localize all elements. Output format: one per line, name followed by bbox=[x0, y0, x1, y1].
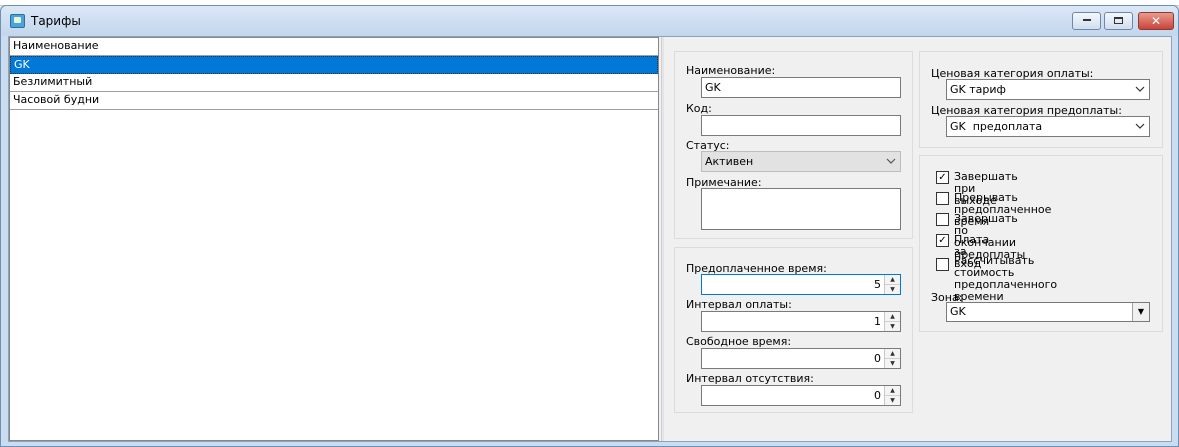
checkbox-unchecked-icon[interactable] bbox=[936, 258, 949, 271]
tariff-list[interactable]: Наименование GK Безлимитный Часовой будни bbox=[9, 37, 659, 441]
note-textarea[interactable] bbox=[701, 188, 901, 230]
status-select[interactable]: Активен bbox=[701, 151, 901, 172]
spin-up-icon[interactable]: ▲ bbox=[885, 312, 900, 321]
minimize-icon bbox=[1082, 19, 1091, 21]
absence-interval-spin-buttons[interactable]: ▲ ▼ bbox=[884, 386, 900, 405]
tariff-list-item[interactable]: Часовой будни bbox=[10, 92, 658, 110]
timing-group: Предоплаченное время: 5 ▲ ▼ Интервал опла… bbox=[674, 247, 913, 413]
spin-up-icon[interactable]: ▲ bbox=[885, 349, 900, 358]
spin-down-icon[interactable]: ▼ bbox=[885, 358, 900, 367]
spin-up-icon[interactable]: ▲ bbox=[885, 275, 900, 284]
options-group: ✓ Завершать при выходе Прерывать предоплач… bbox=[919, 155, 1163, 332]
spin-up-icon[interactable]: ▲ bbox=[885, 386, 900, 395]
payment-category-select[interactable]: GK тариф bbox=[946, 79, 1150, 100]
tariff-list-item[interactable]: Безлимитный bbox=[10, 74, 658, 92]
close-button[interactable]: ✕ bbox=[1138, 12, 1174, 30]
maximize-button[interactable] bbox=[1104, 12, 1133, 30]
close-icon: ✕ bbox=[1150, 14, 1162, 28]
chevron-down-icon bbox=[1135, 123, 1145, 129]
details-group: Наименование: GK Код: Статус: Активен Пр… bbox=[674, 51, 913, 239]
minimize-button[interactable] bbox=[1072, 12, 1101, 30]
dropdown-arrow-icon[interactable]: ▼ bbox=[1132, 303, 1149, 321]
zone-select[interactable]: GK ▼ bbox=[946, 302, 1150, 322]
zone-value: GK bbox=[950, 305, 966, 318]
checkbox-checked-icon[interactable]: ✓ bbox=[936, 234, 949, 247]
title-bar[interactable]: Тарифы ✕ bbox=[1, 6, 1178, 36]
absence-interval-label: Интервал отсутствия: bbox=[686, 372, 814, 385]
window-title: Тарифы bbox=[31, 14, 81, 28]
payment-interval-label: Интервал оплаты: bbox=[686, 298, 792, 311]
chevron-down-icon bbox=[886, 158, 896, 164]
prepay-category-select[interactable]: GK предоплата bbox=[946, 116, 1150, 137]
splitter[interactable] bbox=[661, 37, 664, 441]
spin-down-icon[interactable]: ▼ bbox=[885, 284, 900, 293]
pricing-group: Ценовая категория оплаты: GK тариф Ценов… bbox=[919, 51, 1163, 148]
tariff-list-item[interactable]: Наименование bbox=[10, 38, 658, 56]
free-time-label: Свободное время: bbox=[686, 335, 792, 348]
checkbox-unchecked-icon[interactable] bbox=[936, 213, 949, 226]
tariff-list-item[interactable]: GK bbox=[10, 56, 658, 74]
payment-interval-value: 1 bbox=[874, 315, 881, 328]
absence-interval-value: 0 bbox=[874, 389, 881, 402]
payment-category-value: GK тариф bbox=[950, 83, 1006, 96]
free-time-value: 0 bbox=[874, 352, 881, 365]
payment-interval-stepper[interactable]: 1 ▲ ▼ bbox=[701, 311, 901, 332]
free-time-stepper[interactable]: 0 ▲ ▼ bbox=[701, 348, 901, 369]
prepaid-time-stepper[interactable]: 5 ▲ ▼ bbox=[701, 274, 901, 295]
spin-down-icon[interactable]: ▼ bbox=[885, 321, 900, 330]
window-client-area: Наименование GK Безлимитный Часовой будни Н… bbox=[8, 36, 1172, 442]
spin-down-icon[interactable]: ▼ bbox=[885, 395, 900, 404]
code-label: Код: bbox=[686, 102, 712, 115]
payment-interval-spin-buttons[interactable]: ▲ ▼ bbox=[884, 312, 900, 331]
chevron-down-icon bbox=[1135, 86, 1145, 92]
tariffs-window: Тарифы ✕ Наименование GK Безлимитный Часово… bbox=[0, 5, 1179, 447]
checkbox-checked-icon[interactable]: ✓ bbox=[936, 171, 949, 184]
maximize-icon bbox=[1114, 16, 1123, 24]
name-label: Наименование: bbox=[686, 64, 776, 77]
code-input[interactable] bbox=[701, 115, 901, 136]
checkbox-unchecked-icon[interactable] bbox=[936, 192, 949, 205]
name-input[interactable]: GK bbox=[701, 77, 901, 98]
app-icon bbox=[10, 14, 25, 28]
absence-interval-stepper[interactable]: 0 ▲ ▼ bbox=[701, 385, 901, 406]
prepay-category-value: GK предоплата bbox=[950, 120, 1043, 133]
free-time-spin-buttons[interactable]: ▲ ▼ bbox=[884, 349, 900, 368]
option-label: Рассчитывать стоимость предоплаченного в… bbox=[954, 254, 1058, 303]
prepaid-time-spin-buttons[interactable]: ▲ ▼ bbox=[884, 275, 900, 294]
status-value: Активен bbox=[705, 155, 754, 168]
prepaid-time-value: 5 bbox=[874, 278, 881, 291]
